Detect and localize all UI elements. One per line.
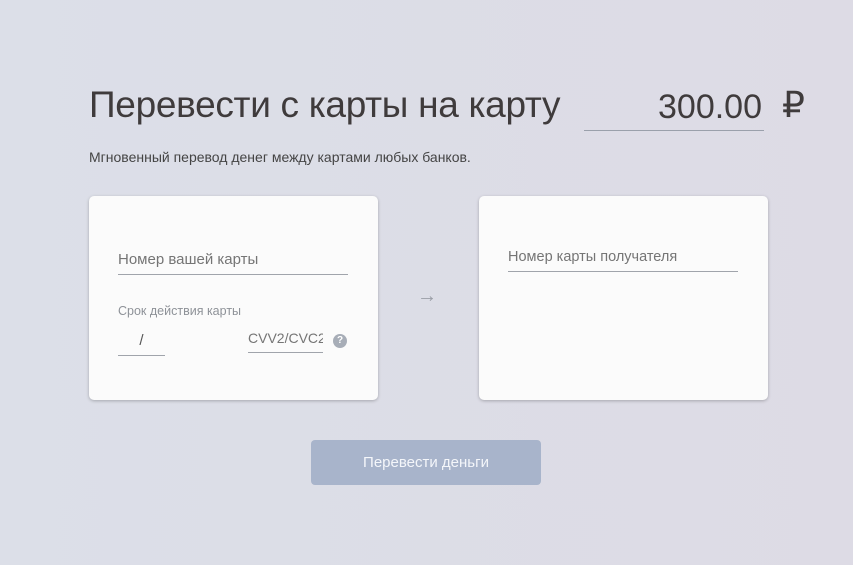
cvv-input[interactable]: [248, 330, 323, 353]
sender-card-number-input[interactable]: [118, 251, 348, 275]
page-subtitle: Мгновенный перевод денег между картами л…: [89, 149, 471, 165]
amount-input[interactable]: [584, 84, 764, 131]
help-icon[interactable]: ?: [333, 334, 347, 348]
recipient-card-panel: [479, 196, 768, 400]
sender-card-panel: Срок действия карты / ?: [89, 196, 378, 400]
page-title: Перевести с карты на карту: [89, 84, 561, 125]
transfer-button[interactable]: Перевести деньги: [311, 440, 541, 485]
expiry-label: Срок действия карты: [118, 304, 242, 318]
arrow-right-icon: →: [417, 285, 437, 307]
currency-symbol: ₽: [782, 84, 805, 125]
recipient-card-number-input[interactable]: [508, 249, 738, 272]
expiry-input[interactable]: /: [118, 332, 165, 356]
